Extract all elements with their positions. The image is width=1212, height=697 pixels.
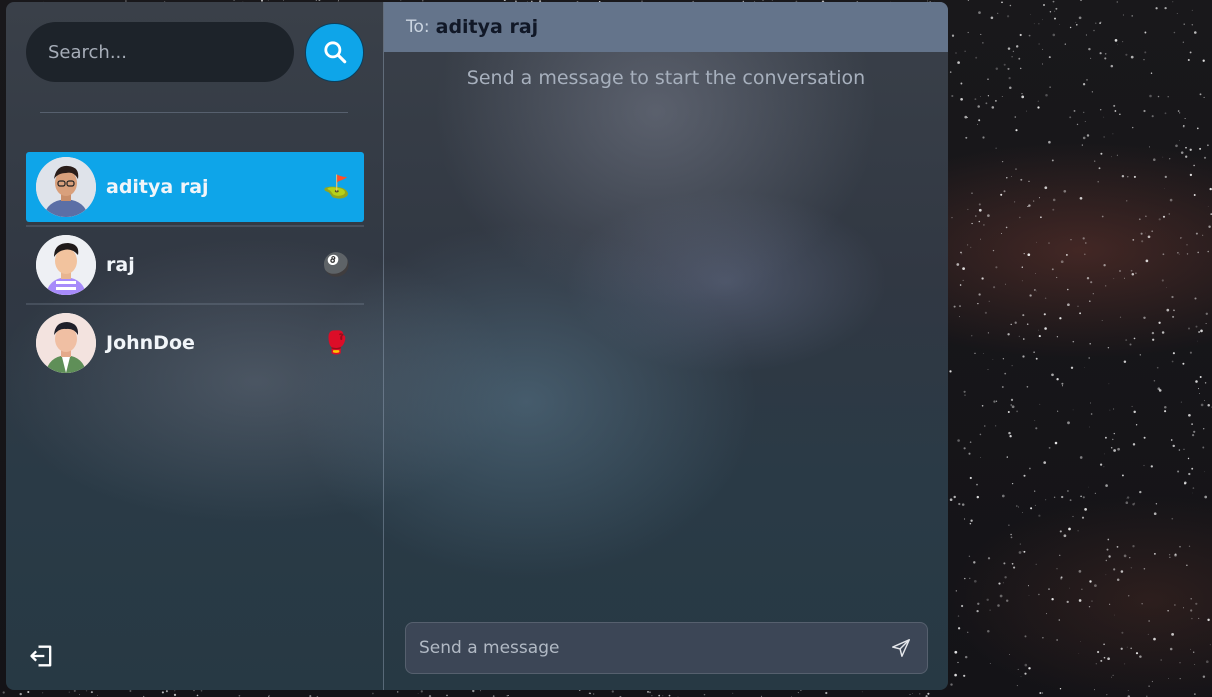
search-input[interactable] <box>26 22 294 82</box>
boxing-glove-icon: 🥊 <box>322 330 350 356</box>
avatar <box>36 313 96 373</box>
conversation-item-raj[interactable]: raj 🎱 <box>26 230 364 300</box>
message-composer <box>405 622 928 674</box>
avatar <box>36 235 96 295</box>
logout-button[interactable] <box>28 642 56 670</box>
send-button[interactable] <box>875 623 927 673</box>
conversation-name: aditya raj <box>106 176 209 198</box>
message-input[interactable] <box>406 623 875 673</box>
recipient-name: aditya raj <box>435 16 539 38</box>
sidebar: aditya raj ⛳ raj <box>6 2 384 690</box>
search-button[interactable] <box>305 22 364 82</box>
sidebar-divider <box>40 112 348 113</box>
golf-flag-icon: ⛳ <box>322 174 350 200</box>
conversation-item-johndoe[interactable]: JohnDoe 🥊 <box>26 308 364 378</box>
pool-8-ball-icon: 🎱 <box>322 252 350 278</box>
search-form <box>26 22 364 82</box>
to-label: To: <box>406 17 430 37</box>
conversation-list: aditya raj ⛳ raj 🎱 JohnDoe 🥊 <box>26 152 364 378</box>
conversation-name: raj <box>106 254 135 276</box>
conversation-item-aditya-raj[interactable]: aditya raj ⛳ <box>26 152 364 222</box>
chat-app-card: aditya raj ⛳ raj <box>6 2 948 690</box>
conversation-divider <box>26 225 364 227</box>
avatar <box>36 157 96 217</box>
conversation-divider <box>26 303 364 305</box>
chat-panel: To: aditya raj Send a message to start t… <box>384 2 948 690</box>
send-icon <box>892 639 910 657</box>
conversation-name: JohnDoe <box>106 332 195 354</box>
logout-icon <box>30 645 52 667</box>
chat-header: To: aditya raj <box>384 2 948 52</box>
search-icon <box>323 41 346 64</box>
empty-conversation-message: Send a message to start the conversation <box>466 67 866 89</box>
